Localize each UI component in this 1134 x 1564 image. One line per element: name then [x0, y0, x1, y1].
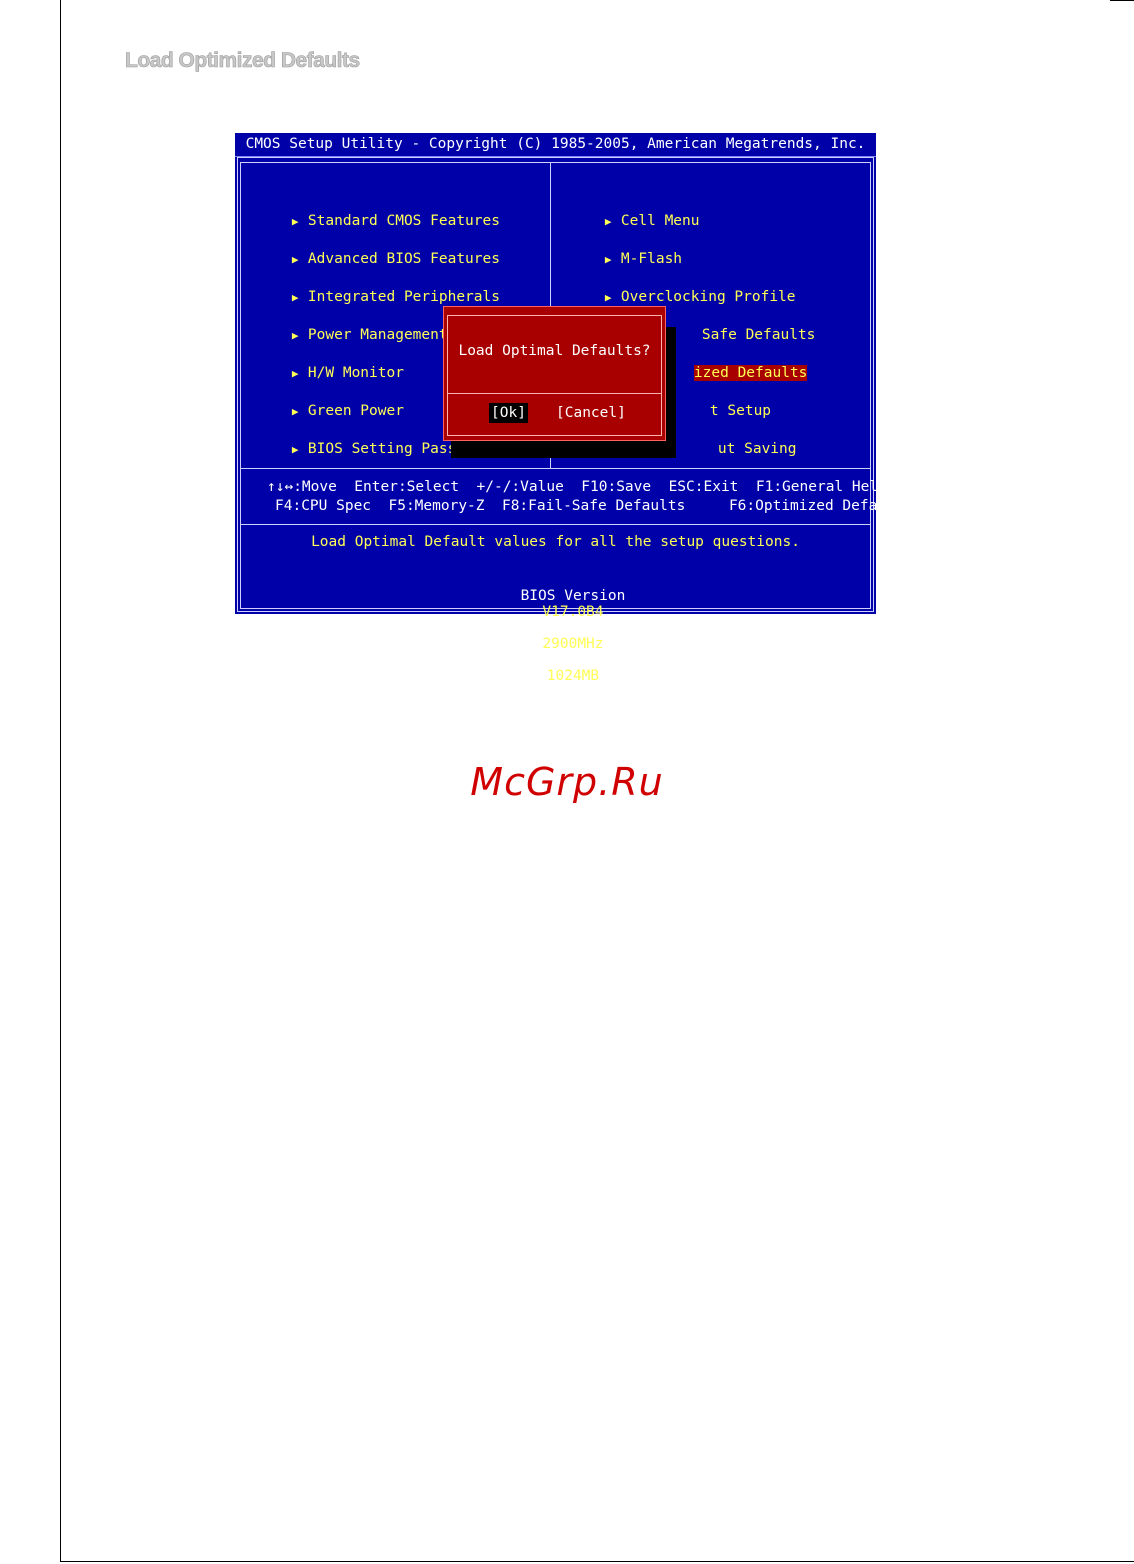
dialog-separator	[447, 393, 662, 394]
page-heading: Load Optimized Defaults	[125, 49, 361, 73]
bios-version-label: BIOS Version	[520, 588, 626, 604]
bios-version-value: V17.0B4	[542, 604, 604, 620]
cancel-button[interactable]: [Cancel]	[554, 403, 628, 423]
dialog-question: Load Optimal Defaults?	[458, 343, 651, 359]
bios-screen: CMOS Setup Utility - Copyright (C) 1985-…	[235, 133, 912, 684]
help-line-2: F4:CPU Spec F5:Memory-Z F8:Fail-Safe Def…	[275, 498, 913, 514]
triangle-right-icon: ▶	[604, 291, 612, 304]
menu-item-exit-without-saving[interactable]: ut Saving	[683, 419, 797, 479]
memory-size-label: Physical Memory Size	[485, 652, 661, 668]
help-divider-bottom	[240, 524, 871, 525]
watermark: McGrp.Ru	[470, 760, 664, 804]
ok-button[interactable]: [Ok]	[489, 403, 528, 423]
help-line-1: ↑↓↔:Move Enter:Select +/-/:Value F10:Sav…	[267, 479, 887, 495]
bios-title-bar: CMOS Setup Utility - Copyright (C) 1985-…	[235, 133, 876, 157]
status-line: Load Optimal Default values for all the …	[311, 534, 800, 550]
confirm-dialog: Load Optimal Defaults? [Ok] [Cancel]	[443, 306, 666, 441]
triangle-right-icon: ▶	[291, 443, 299, 456]
cpu-frequency-value: 2900MHz	[542, 636, 604, 652]
cpu-frequency-label: CPU Frequency	[516, 620, 630, 636]
memory-size-value: 1024MB	[546, 668, 600, 684]
system-info-line: BIOS Version V17.0B4 CPU Frequency 2900M…	[235, 572, 876, 700]
